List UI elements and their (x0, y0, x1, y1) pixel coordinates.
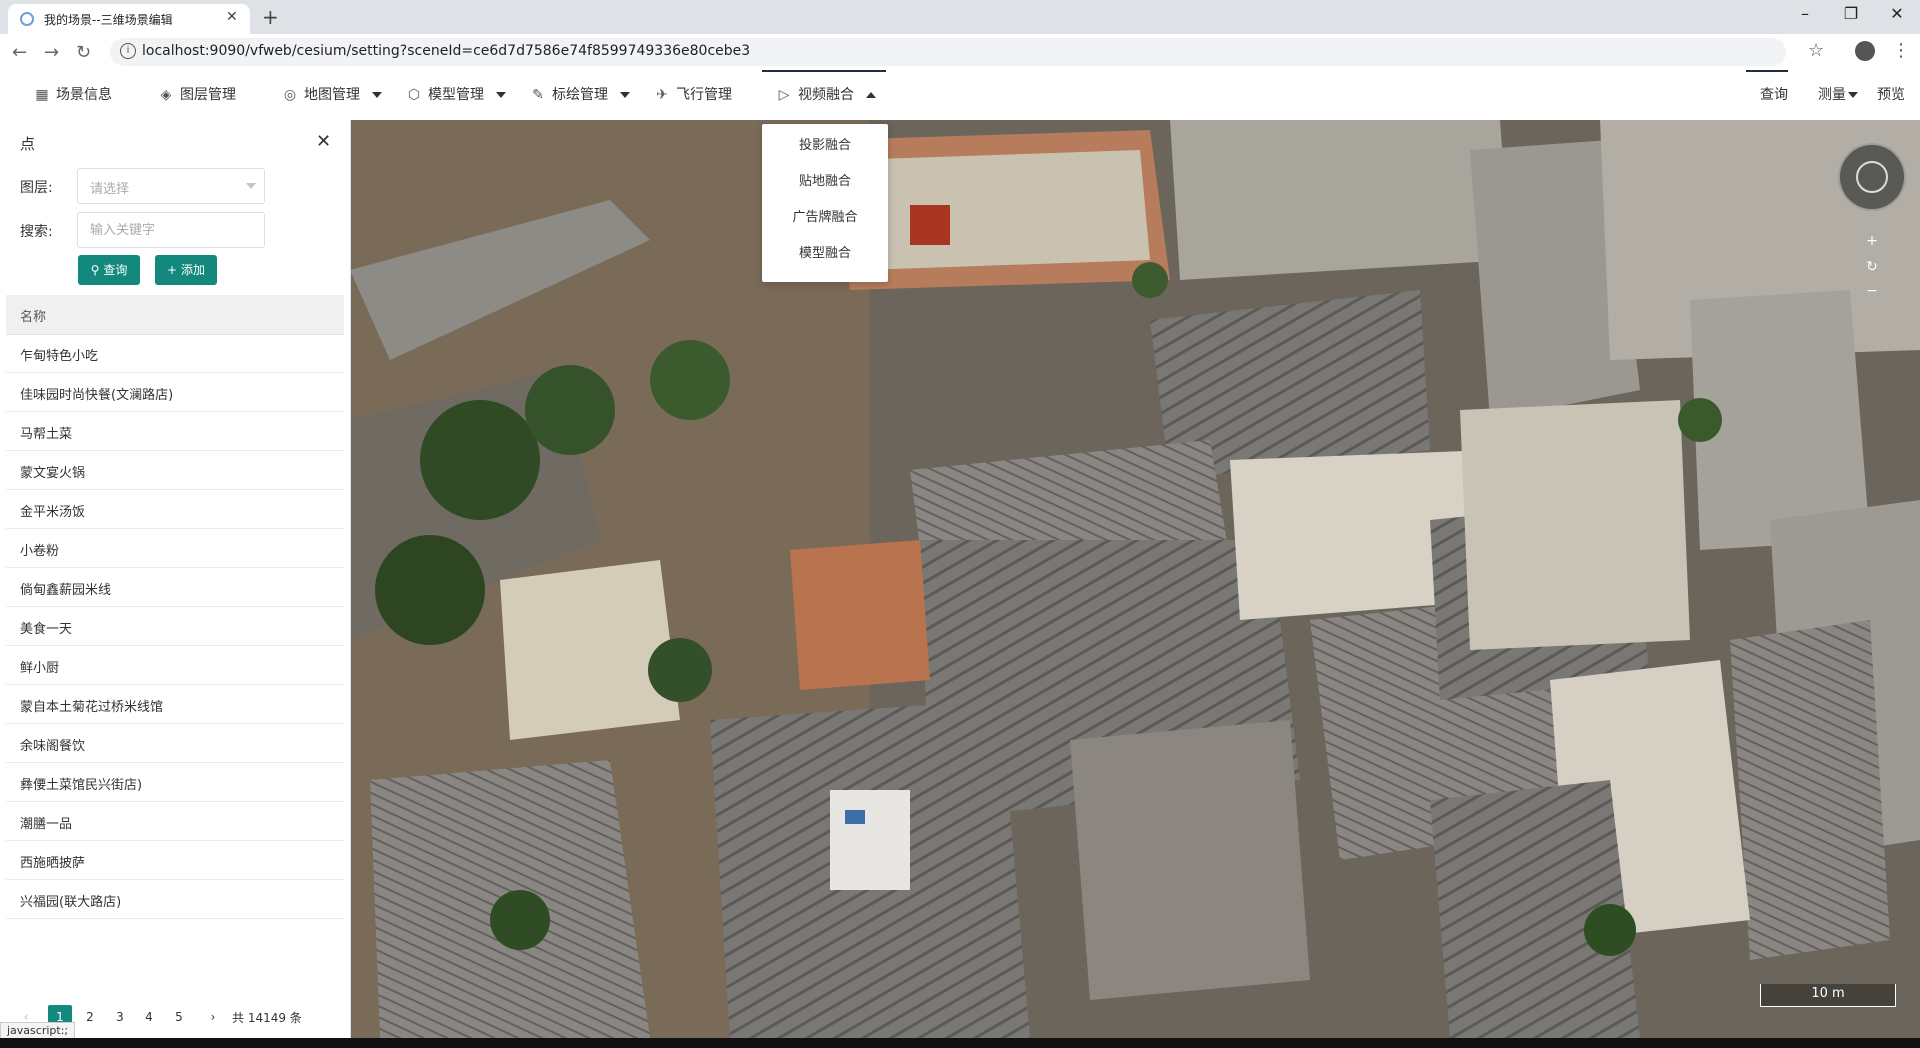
zoom-out-icon[interactable]: − (1862, 283, 1882, 305)
scene-icon: ▦ (35, 87, 49, 103)
url-field[interactable]: i localhost:9090/vfweb/cesium/setting?sc… (110, 38, 1786, 66)
table-row[interactable]: 彝偠土菜馆民兴街店) (6, 763, 344, 802)
chevron-up-icon (866, 92, 876, 98)
search-input[interactable] (77, 212, 265, 248)
column-name-header: 名称 (20, 310, 47, 325)
plane-icon: ✈ (656, 87, 668, 103)
plus-icon: + (166, 263, 178, 277)
globe-icon: ◎ (283, 87, 297, 103)
point-panel: 点 ✕ 图层: 请选择 搜索: ⚲查询 +添加 名称 乍甸特色小吃 佳味园时尚快… (0, 120, 351, 1038)
tab-title: 我的场景--三维场景编辑 (44, 13, 173, 27)
page-5[interactable]: 5 (167, 1005, 191, 1029)
menu-model-manage[interactable]: ⬡ 模型管理 (406, 70, 506, 120)
layer-select[interactable]: 请选择 (77, 168, 265, 204)
search-label: 搜索: (20, 224, 53, 240)
scale-bar: 10 m (1760, 984, 1896, 1007)
table-header: 名称 (6, 295, 344, 335)
reload-icon[interactable]: ↻ (76, 42, 91, 63)
pen-icon: ✎ (532, 87, 544, 103)
layer-label: 图层: (20, 180, 53, 196)
query-button[interactable]: ⚲ 查询 (78, 255, 140, 285)
table-row[interactable]: 金平米汤饭 (6, 490, 344, 529)
site-info-icon[interactable]: i (120, 43, 136, 59)
menu-flight-manage[interactable]: ✈ 飞行管理 (654, 70, 732, 120)
layer-select-placeholder: 请选择 (90, 182, 130, 197)
page-3[interactable]: 3 (108, 1005, 132, 1029)
chevron-down-icon (620, 92, 630, 98)
table-row[interactable]: 倘甸鑫薪园米线 (6, 568, 344, 607)
address-bar: ← → ↻ i localhost:9090/vfweb/cesium/sett… (0, 34, 1920, 71)
profile-avatar-icon[interactable] (1855, 41, 1875, 61)
add-button[interactable]: + 添加 (155, 255, 217, 285)
menu-query[interactable]: 查询 (1760, 70, 1788, 120)
dropdown-item-model-fusion[interactable]: 模型融合 (762, 236, 888, 272)
table-row[interactable]: 马帮土菜 (6, 412, 344, 451)
table-row[interactable]: 乍甸特色小吃 (6, 334, 344, 373)
active-menu-indicator (762, 70, 886, 72)
navigation-compass[interactable] (1838, 143, 1906, 211)
reset-view-icon[interactable]: ↻ (1862, 259, 1882, 283)
next-page-icon[interactable]: › (201, 1005, 225, 1029)
video-fusion-dropdown: 投影融合 贴地融合 广告牌融合 模型融合 (762, 124, 888, 282)
browser-tab[interactable]: 我的场景--三维场景编辑 ✕ (8, 4, 250, 34)
zoom-controls: + ↻ − (1862, 233, 1882, 305)
table-row[interactable]: 潮膳一品 (6, 802, 344, 841)
top-menu-bar: ▦ 场景信息 ◈ 图层管理 ◎ 地图管理 ⬡ 模型管理 ✎ 标绘管理 ✈ 飞行管理 ▷ 视频融… (0, 70, 1920, 121)
close-icon[interactable]: ✕ (316, 131, 331, 152)
minimize-icon[interactable]: – (1782, 4, 1828, 23)
layers-icon: ◈ (160, 87, 172, 103)
3d-map-view[interactable] (350, 120, 1920, 1038)
table-row[interactable]: 兴福园(联大路店) (6, 880, 344, 919)
table-row[interactable]: 美食一天 (6, 607, 344, 646)
total-count: 共 14149 条 (232, 1011, 302, 1025)
zoom-in-icon[interactable]: + (1862, 233, 1882, 259)
table-row[interactable]: 鲜小厨 (6, 646, 344, 685)
tab-close-icon[interactable]: ✕ (226, 9, 238, 25)
browser-menu-icon[interactable]: ⋮ (1892, 40, 1910, 61)
page-2[interactable]: 2 (78, 1005, 102, 1029)
menu-video-fusion[interactable]: ▷ 视频融合 (776, 70, 876, 120)
tab-favicon-icon (20, 12, 34, 26)
menu-map-manage[interactable]: ◎ 地图管理 (282, 70, 382, 120)
chevron-down-icon (496, 92, 506, 98)
table-row[interactable]: 蒙自本土菊花过桥米线馆 (6, 685, 344, 724)
table-row[interactable]: 余味阁餐饮 (6, 724, 344, 763)
dropdown-item-billboard-fusion[interactable]: 广告牌融合 (762, 200, 888, 236)
restore-icon[interactable]: ❐ (1828, 4, 1874, 23)
forward-icon[interactable]: → (44, 42, 59, 63)
chevron-down-icon (246, 183, 256, 189)
menu-layer-manage[interactable]: ◈ 图层管理 (158, 70, 236, 120)
menu-scene-info[interactable]: ▦ 场景信息 (34, 70, 112, 120)
back-icon[interactable]: ← (12, 42, 27, 63)
dropdown-item-projection-fusion[interactable]: 投影融合 (762, 128, 888, 164)
search-icon: ⚲ (90, 263, 100, 277)
window-close-icon[interactable]: ✕ (1874, 4, 1920, 23)
aerial-city-imagery (350, 120, 1920, 1038)
browser-tab-bar: 我的场景--三维场景编辑 ✕ + – ❐ ✕ (0, 0, 1920, 34)
video-icon: ▷ (778, 87, 790, 103)
cube-icon: ⬡ (407, 87, 421, 103)
menu-measure[interactable]: 测量 (1818, 70, 1858, 120)
chevron-down-icon (1848, 92, 1858, 98)
menu-preview[interactable]: 预览 (1877, 70, 1905, 120)
table-row[interactable]: 蒙文宴火锅 (6, 451, 344, 490)
page-4[interactable]: 4 (137, 1005, 161, 1029)
table-row[interactable]: 小卷粉 (6, 529, 344, 568)
menu-plot-manage[interactable]: ✎ 标绘管理 (530, 70, 630, 120)
os-taskbar (0, 1038, 1920, 1048)
new-tab-icon[interactable]: + (262, 5, 279, 29)
active-right-indicator (1746, 70, 1788, 72)
dropdown-item-ground-fusion[interactable]: 贴地融合 (762, 164, 888, 200)
url-text: localhost:9090/vfweb/cesium/setting?scen… (142, 43, 751, 59)
compass-crosshair-icon (1856, 161, 1888, 193)
table-row[interactable]: 佳味园时尚快餐(文澜路店) (6, 373, 344, 412)
table-row[interactable]: 西施晒披萨 (6, 841, 344, 880)
bookmark-star-icon[interactable]: ☆ (1808, 40, 1824, 61)
panel-title: 点 (20, 135, 36, 153)
chevron-down-icon (372, 92, 382, 98)
